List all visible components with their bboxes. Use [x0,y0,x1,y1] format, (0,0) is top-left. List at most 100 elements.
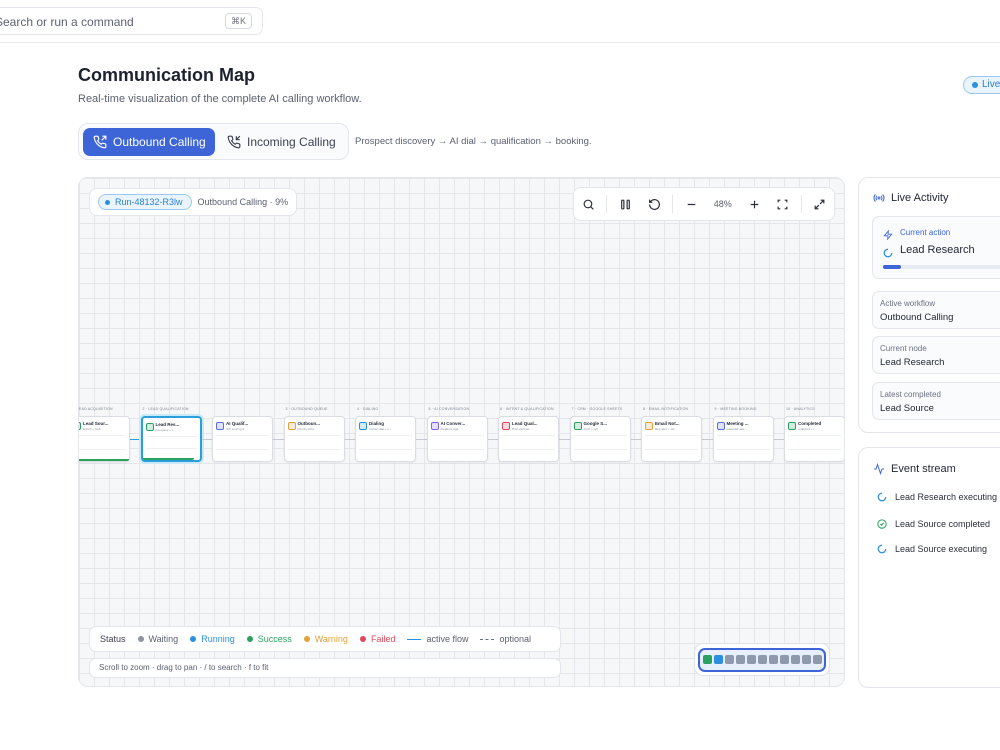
latest-completed-card: Latest completed Lead Source [872,382,1000,420]
status-legend: Status Waiting Running Success Warning F… [89,626,561,652]
legend-label: Success [257,634,292,644]
canvas-hint: Scroll to zoom · drag to pan · / to sear… [89,658,561,678]
node-metrics-row [359,435,412,445]
stage-label: 2 · Lead Qualification [142,407,189,411]
node-progress-bar [79,459,129,461]
workflow-node[interactable]: Outboun... Priority sche... [283,416,345,462]
pause-icon[interactable] [611,189,639,219]
latest-completed-value: Lead Source [880,403,934,414]
node-name: Google S... [583,421,608,426]
node-footer [359,449,412,457]
workflow-node[interactable]: AI Qualif... ICP scoring &... [212,416,273,462]
search-placeholder: Search or run a command [0,15,134,29]
node-icon [788,422,796,430]
node-description: Enrich + web... [83,427,103,431]
workflow-node[interactable]: Google S... Sync + p(t)... [569,416,631,462]
node-icon [645,422,653,430]
fit-view-icon[interactable] [768,189,796,219]
minimap-viewport[interactable] [698,647,826,672]
node-name: Dialing [369,421,385,426]
node-metrics-row [216,435,269,445]
tab-outbound-calling[interactable]: Outbound Calling [83,128,215,156]
node-metrics-row [430,435,484,445]
workflow-node[interactable]: Lead Qual... Post-call inte... [498,416,559,462]
tab-incoming-calling[interactable]: Incoming Calling [219,128,347,156]
node-name: Email Not... [655,421,680,426]
event-stream-panel: Event stream Lead Research executing Lea… [858,447,1000,688]
legend-success: Success [246,634,292,644]
spinner-icon [877,544,887,554]
node-name: Lead Sour... [83,421,109,426]
workflow-flow: 1 · Lead Acquisition Lead Sour...Enrich +… [79,407,844,468]
minimap-node [801,655,811,664]
run-id-badge[interactable]: Run-48132-R3lw [98,194,192,210]
stage-label: 5 · AI Conversation [428,407,470,411]
workflow-node[interactable]: Meeting ... Calendar slot... [712,416,774,462]
divider [800,195,802,213]
event-stream-header: Event stream [873,463,956,475]
progress-fill [883,265,901,269]
minimap-node [702,655,712,664]
live-badge: Live [963,76,1000,94]
current-node-label: Current node [880,344,927,353]
node-name: Outboun... [297,421,321,426]
node-name: Lead Qual... [512,421,538,426]
workflow-node[interactable]: Lead Sour... Enrich + web... [79,416,130,462]
zoom-out-icon[interactable] [677,189,705,219]
spinner-icon [883,245,893,263]
node-footer [573,449,627,457]
restart-icon[interactable] [640,189,668,219]
command-search-input[interactable]: Search or run a command ⌘K [0,7,263,35]
flow-connector [344,439,356,440]
minimap-node [746,655,756,664]
node-icon [216,422,224,430]
stage-label: 4 · Dialing [357,407,379,411]
node-description: Calendar slot... [726,427,747,431]
status-dot [303,636,310,642]
legend-label: active flow [426,634,469,644]
node-icon [430,422,439,430]
workflow-node[interactable]: Email Not... Rep alert + rec... [641,416,702,462]
node-description: Post-call inte... [512,427,532,431]
tab-label: Incoming Calling [247,135,336,149]
flow-connector [773,439,785,440]
minimap[interactable] [694,643,830,676]
node-description: ICP scoring &... [226,427,247,431]
search-icon[interactable] [574,189,602,219]
node-footer [287,449,341,457]
status-dot [190,636,197,642]
workflow-node[interactable]: Dialing Carrier-dial + v... [355,416,416,462]
tab-description: Prospect discovery → AI dial → qualifica… [355,136,592,147]
active-workflow-card: Active workflow Outbound Calling [872,291,1000,329]
node-description: Priority sche... [297,427,317,431]
legend-label: Failed [370,634,396,644]
node-footer [216,449,269,457]
node-metrics-row [145,436,197,446]
workflow-canvas[interactable]: Run-48132-R3lw Outbound Calling · 9% 48%… [78,177,845,687]
divider [606,195,608,213]
node-description: Realtime age... [440,427,461,431]
tab-label: Outbound Calling [113,135,206,149]
live-activity-panel: Live Activity Current action Lead Resear… [858,177,1000,433]
node-metrics-row [716,435,770,445]
page-subtitle: Real-time visualization of the complete … [78,93,362,105]
active-workflow-label: Active workflow [880,299,936,308]
workflow-node[interactable]: Completed Analytics + r... [784,416,844,462]
zoom-in-icon[interactable] [740,189,768,219]
node-footer [79,449,126,457]
node-icon [502,422,510,430]
node-description: Sync + p(t)... [583,427,601,431]
legend-waiting: Waiting [137,634,178,644]
workflow-node[interactable]: Lead Res... Company + c... [140,416,202,462]
workflow-node[interactable]: AI Conver... Realtime age... [426,416,488,462]
legend-warning: Warning [303,634,348,644]
node-name: AI Qualif... [226,421,249,426]
stage-label: 6 · Intent & Qualification [500,407,554,411]
fullscreen-icon[interactable] [806,189,834,219]
stage-label: 3 · Outbound Queue [285,407,328,411]
flow-connector [416,439,427,440]
optional-line-icon [480,638,495,640]
flow-connector [201,439,213,440]
spinner-icon [877,492,887,502]
node-metrics-row [79,435,126,445]
